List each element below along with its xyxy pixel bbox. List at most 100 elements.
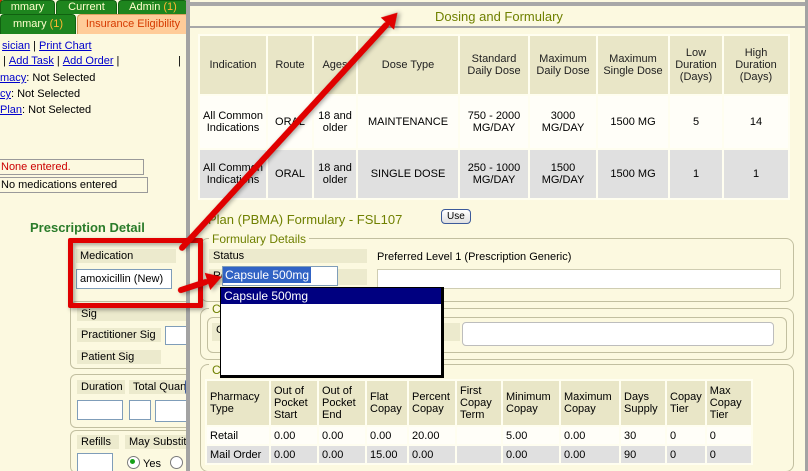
tab-count: (1) [50, 18, 63, 30]
separator: | [57, 55, 60, 67]
prescription-details-heading: Prescription Detail [30, 220, 145, 235]
dropdown-list-item[interactable]: Capsule 500mg [221, 288, 441, 304]
drug-form-dropdown-list[interactable]: Capsule 500mg [220, 287, 444, 378]
separator: | [117, 55, 120, 67]
chart-links-row: sician|Print Chart [2, 40, 92, 52]
pharmacy-row: macy: Not Selected [0, 72, 95, 84]
copay-cell: 0.00 [271, 446, 317, 463]
copay-cell: Retail [207, 427, 269, 444]
dosing-header: Indication [200, 36, 266, 94]
refills-group: Refills May Substitute Yes No [70, 430, 202, 471]
tab-label: mmary [11, 1, 45, 13]
separator: | [33, 40, 36, 52]
copay-header: Out of Pocket Start [271, 381, 317, 425]
dosing-header: Standard Daily Dose [460, 36, 528, 94]
plan-row: Plan: Not Selected [0, 104, 91, 116]
copay-cell: 30 [621, 427, 665, 444]
medication-input[interactable] [76, 269, 172, 289]
copay-cell: 0.00 [319, 427, 365, 444]
duration-input[interactable] [77, 400, 123, 420]
dosing-header: Dose Type [358, 36, 458, 94]
no-radio[interactable] [170, 456, 183, 469]
tab-label: Admin [129, 1, 160, 13]
dosing-cell: 3000 MG/DAY [530, 96, 596, 148]
tab-label: Insurance Eligibility [86, 18, 180, 30]
tab-count: (1) [163, 1, 176, 13]
sig-label: Sig [77, 307, 189, 321]
tab-summary-sub[interactable]: mmary(1) [0, 14, 76, 34]
agency-link[interactable]: cy [0, 88, 11, 100]
dialog-top-border [190, 2, 808, 6]
medication-label: Medication [76, 249, 176, 263]
plan-link[interactable]: Plan [0, 104, 22, 116]
tab-insurance-eligibility[interactable]: Insurance Eligibility [77, 14, 189, 34]
copay-header: Flat Copay [367, 381, 407, 425]
copay-header: Max Copay Tier [707, 381, 751, 425]
yes-radio-label: Yes [143, 458, 161, 470]
physician-link[interactable]: sician [2, 40, 30, 52]
dialog-title: Dosing and Formulary [190, 9, 808, 24]
copay-table: Pharmacy Type Out of Pocket Start Out of… [205, 379, 753, 465]
copay-header: Out of Pocket End [319, 381, 365, 425]
task-links-row: |Add Task|Add Order| [0, 55, 122, 67]
dosing-cell: All Common Indications [200, 150, 266, 198]
refills-input[interactable] [77, 453, 113, 471]
print-chart-link[interactable]: Print Chart [39, 40, 92, 52]
copay-cell: 0.00 [271, 427, 317, 444]
dosing-table: Indication Route Ages Dose Type Standard… [198, 34, 790, 200]
dosing-header: Route [268, 36, 312, 94]
hidden-inner-input[interactable] [462, 322, 774, 346]
dialog-title-divider [190, 26, 808, 28]
copay-header-row: Pharmacy Type Out of Pocket Start Out of… [207, 381, 751, 425]
copay-cell: 0.00 [503, 446, 559, 463]
yes-radio[interactable] [127, 456, 140, 469]
status-value: Preferred Level 1 (Prescription Generic) [377, 251, 571, 263]
copay-cell: 0 [667, 446, 705, 463]
copay-cell: 20.00 [409, 427, 455, 444]
copay-header: Percent Copay [409, 381, 455, 425]
copay-cell: 0 [707, 446, 751, 463]
pharmacy-status: : Not Selected [26, 72, 95, 84]
dosing-header: Low Duration (Days) [670, 36, 722, 94]
copay-cell [457, 446, 501, 463]
status-label: Status [209, 249, 367, 263]
separator: | [3, 55, 6, 67]
tab-label: Current [68, 1, 105, 13]
copay-header: Minimum Copay [503, 381, 559, 425]
dosing-cell: 14 [724, 96, 788, 148]
copay-cell: 90 [621, 446, 665, 463]
drug-form-combobox[interactable]: Capsule 500mg [222, 266, 338, 286]
copay-cell: 0.00 [561, 427, 619, 444]
add-task-link[interactable]: Add Task [9, 55, 54, 67]
tab-current[interactable]: Current [56, 0, 117, 14]
sig-group: Sig Practitioner Sig Patient Sig [70, 301, 202, 369]
restrictions-input[interactable] [377, 269, 781, 289]
dosing-cell: 1 [724, 150, 788, 198]
use-button[interactable]: Use [441, 209, 471, 224]
copay-cell [457, 427, 501, 444]
copay-row: Retail 0.00 0.00 0.00 20.00 5.00 0.00 30… [207, 427, 751, 444]
dosing-cell: 1 [670, 150, 722, 198]
tab-admin[interactable]: Admin(1) [118, 0, 188, 14]
dosing-header: High Duration (Days) [724, 36, 788, 94]
copay-header: Pharmacy Type [207, 381, 269, 425]
agency-row: cy: Not Selected [0, 88, 80, 100]
copay-cell: 0.00 [561, 446, 619, 463]
dosing-cell: 18 and older [314, 150, 356, 198]
dosing-header-row: Indication Route Ages Dose Type Standard… [200, 36, 788, 94]
patient-sig-label: Patient Sig [77, 350, 161, 364]
tab-summary-top[interactable]: mmary [0, 0, 55, 14]
copay-cell: 0.00 [409, 446, 455, 463]
refills-label: Refills [77, 435, 119, 449]
dosing-header: Maximum Daily Dose [530, 36, 596, 94]
copay-header: Days Supply [621, 381, 665, 425]
copay-cell: 15.00 [367, 446, 407, 463]
pharmacy-link[interactable]: macy [0, 72, 26, 84]
copay-cell: 0.00 [319, 446, 365, 463]
total-quantity-input[interactable] [129, 400, 151, 420]
dosing-header: Ages [314, 36, 356, 94]
copay-cell: Mail Order [207, 446, 269, 463]
dosing-cell: All Common Indications [200, 96, 266, 148]
combobox-selected-value: Capsule 500mg [223, 267, 311, 283]
add-order-link[interactable]: Add Order [63, 55, 114, 67]
